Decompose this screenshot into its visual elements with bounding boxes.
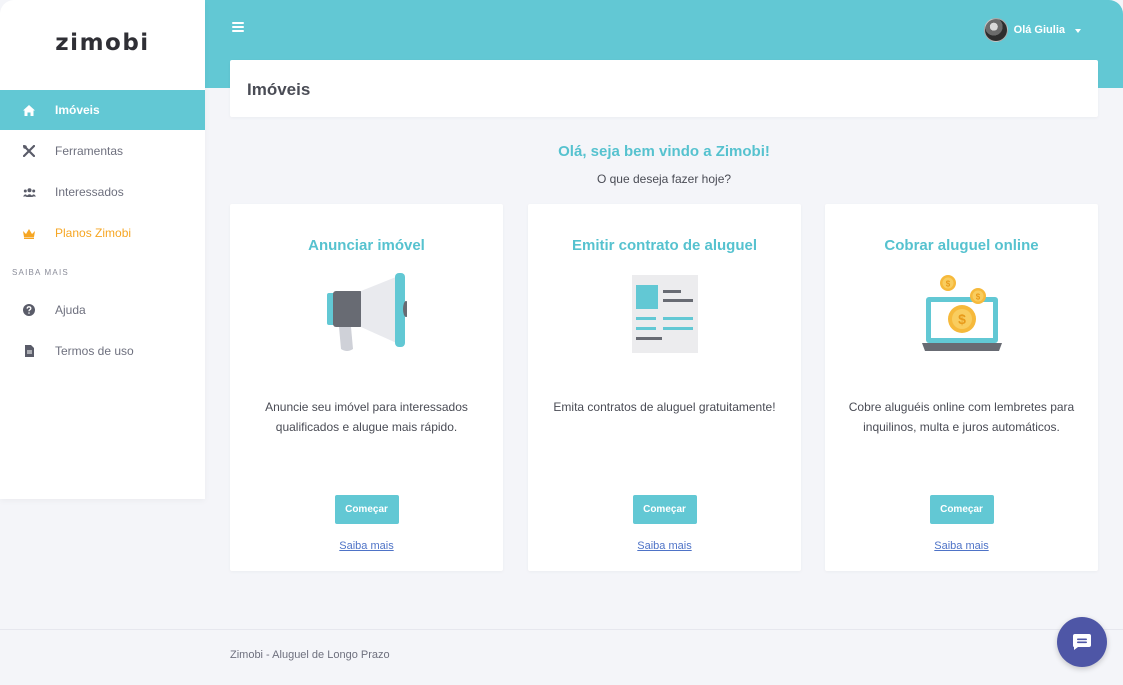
file-icon [22, 344, 36, 358]
sidebar-item-label: Ajuda [55, 303, 86, 317]
sidebar-section-label: SAIBA MAIS [12, 268, 69, 277]
sidebar-item-termos-de-uso[interactable]: Termos de uso [0, 331, 205, 371]
welcome-subtitle: O que deseja fazer hoje? [596, 172, 732, 186]
comecar-button[interactable]: Começar [334, 495, 399, 524]
svg-text:$: $ [945, 280, 950, 289]
comecar-button[interactable]: Começar [929, 495, 994, 524]
sidebar-item-label: Termos de uso [55, 344, 134, 358]
svg-text:$: $ [975, 293, 980, 302]
card-anunciar-imovel: Anunciar imóvel Anuncie seu imóvel para … [230, 204, 503, 571]
svg-text:$: $ [958, 311, 966, 327]
sidebar-item-label: Interessados [55, 185, 124, 199]
sidebar-item-label: Planos Zimobi [55, 226, 132, 240]
chat-icon [1073, 634, 1091, 650]
comecar-button[interactable]: Começar [632, 495, 697, 524]
tools-icon [22, 144, 36, 158]
sidebar-item-label: Ferramentas [55, 144, 124, 158]
users-icon [22, 185, 36, 199]
card-title: Emitir contrato de aluguel [571, 237, 758, 254]
contract-document-icon [528, 268, 801, 358]
card-title: Anunciar imóvel [308, 237, 425, 254]
saiba-mais-link[interactable]: Saiba mais [528, 540, 801, 552]
app-frame: Olá Giulia zimobi Imóveis Ferramentas In… [0, 0, 1123, 685]
sidebar-item-ajuda[interactable]: Ajuda [0, 290, 205, 330]
chat-button[interactable] [1057, 617, 1107, 667]
sidebar-item-imoveis[interactable]: Imóveis [0, 90, 205, 130]
card-emitir-contrato: Emitir contrato de aluguel Emita contrat… [528, 204, 801, 571]
caret-down-icon [1075, 28, 1081, 33]
welcome-title: Olá, seja bem vindo a Zimobi! [558, 143, 770, 160]
card-description: Anuncie seu imóvel para interessados qua… [265, 400, 468, 434]
page-title: Imóveis [247, 80, 311, 99]
sidebar: zimobi Imóveis Ferramentas Interessados … [0, 0, 205, 499]
footer-text: Zimobi - Aluguel de Longo Prazo [230, 649, 390, 661]
card-title: Cobrar aluguel online [884, 237, 1039, 254]
user-greeting: Olá Giulia [1013, 24, 1065, 36]
sidebar-item-interessados[interactable]: Interessados [0, 172, 205, 212]
megaphone-icon [230, 268, 503, 358]
saiba-mais-link[interactable]: Saiba mais [230, 540, 503, 552]
card-description: Cobre aluguéis online com lembretes para… [848, 400, 1075, 434]
hamburger-menu-icon[interactable] [232, 22, 244, 32]
user-menu[interactable]: Olá Giulia [983, 18, 1081, 42]
page-title-card: Imóveis [230, 60, 1098, 117]
home-icon [22, 103, 36, 117]
card-cobrar-aluguel: Cobrar aluguel online $ $ $ Cobre alugué… [825, 204, 1098, 571]
app-logo[interactable]: zimobi [0, 30, 205, 56]
crown-icon [22, 226, 36, 240]
sidebar-item-planos-zimobi[interactable]: Planos Zimobi [0, 213, 205, 253]
card-description: Emita contratos de aluguel gratuitamente… [553, 400, 776, 414]
saiba-mais-link[interactable]: Saiba mais [825, 540, 1098, 552]
sidebar-item-ferramentas[interactable]: Ferramentas [0, 131, 205, 171]
sidebar-item-label: Imóveis [55, 103, 100, 117]
laptop-coins-icon: $ $ $ [825, 268, 1098, 358]
avatar [983, 18, 1008, 42]
footer: Zimobi - Aluguel de Longo Prazo [0, 629, 1123, 685]
question-circle-icon [22, 303, 36, 317]
